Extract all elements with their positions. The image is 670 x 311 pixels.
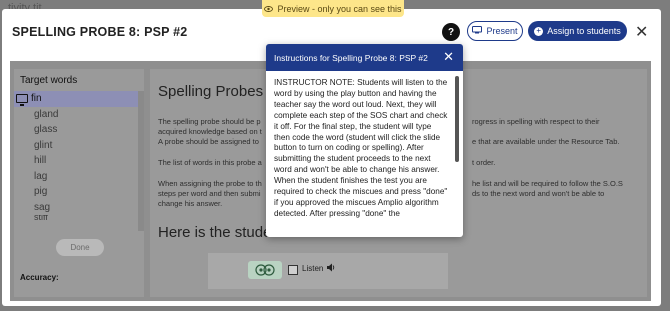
article-text: ds to the next word and won't be able to xyxy=(472,189,605,198)
assign-to-students-button[interactable]: + Assign to students xyxy=(528,21,627,41)
preview-banner-text: Preview - only you can see this xyxy=(277,3,402,14)
preview-banner: Preview - only you can see this xyxy=(262,0,404,17)
article-text: change his answer. xyxy=(158,199,223,208)
popover-title: Instructions for Spelling Probe 8: PSP #… xyxy=(274,52,428,63)
help-button[interactable]: ? xyxy=(442,23,460,41)
article-text: acquired knowledge based on t xyxy=(158,127,262,136)
word-list: fin gland glass glint hill lag pig sag s… xyxy=(14,91,138,221)
modal-title: SPELLING PROBE 8: PSP #2 xyxy=(12,25,188,39)
listen-label: Listen xyxy=(302,264,324,273)
speaker-icon[interactable] xyxy=(326,263,336,274)
popover-scrollbar[interactable] xyxy=(455,76,459,162)
article-text: The spelling probe should be p xyxy=(158,117,261,126)
word-list-scrollbar[interactable] xyxy=(138,91,144,231)
word-item-glint[interactable]: glint xyxy=(14,138,138,154)
close-icon[interactable]: ✕ xyxy=(443,50,454,63)
owl-icon xyxy=(248,261,282,279)
article-text: A probe should be assigned to xyxy=(158,137,259,146)
eye-icon xyxy=(264,4,274,14)
assign-button-label: Assign to students xyxy=(547,26,621,36)
close-icon[interactable]: ✕ xyxy=(635,22,648,42)
word-item-sag[interactable]: sag xyxy=(14,200,138,216)
word-item-stiff[interactable]: stiff xyxy=(14,215,138,221)
word-item-pig[interactable]: pig xyxy=(14,184,138,200)
listen-checkbox[interactable] xyxy=(288,265,298,275)
monitor-icon xyxy=(16,94,28,107)
word-item-glass[interactable]: glass xyxy=(14,122,138,138)
article-text: he list and will be required to follow t… xyxy=(472,179,623,188)
article-text: When assigning the probe to th xyxy=(158,179,262,188)
article-text: steps per word and then submi xyxy=(158,189,261,198)
article-heading: Spelling Probes xyxy=(158,83,264,100)
word-label: fin xyxy=(31,93,42,105)
word-item-hill[interactable]: hill xyxy=(14,153,138,169)
monitor-icon xyxy=(472,26,483,36)
done-button[interactable]: Done xyxy=(56,239,104,256)
present-button[interactable]: Present xyxy=(467,21,523,41)
article-text: e that are available under the Resource … xyxy=(472,137,620,146)
present-button-label: Present xyxy=(486,26,518,36)
student-view-card: Listen xyxy=(208,253,448,289)
article-text: rogress in spelling with respect to thei… xyxy=(472,117,600,126)
target-words-panel: Target words fin gland glass glint hill … xyxy=(14,69,144,297)
article-text: The list of words in this probe a xyxy=(158,158,262,167)
word-item-gland[interactable]: gland xyxy=(14,107,138,123)
plus-icon: + xyxy=(534,26,544,36)
target-words-title: Target words xyxy=(20,75,78,86)
accuracy-label: Accuracy: xyxy=(20,273,59,282)
article-text: t order. xyxy=(472,158,496,167)
popover-body: INSTRUCTOR NOTE: Students will listen to… xyxy=(274,78,448,218)
word-item-lag[interactable]: lag xyxy=(14,169,138,185)
popover-header: Instructions for Spelling Probe 8: PSP #… xyxy=(266,44,463,71)
instructions-popover: Instructions for Spelling Probe 8: PSP #… xyxy=(266,44,463,237)
word-item-fin[interactable]: fin xyxy=(14,91,138,107)
